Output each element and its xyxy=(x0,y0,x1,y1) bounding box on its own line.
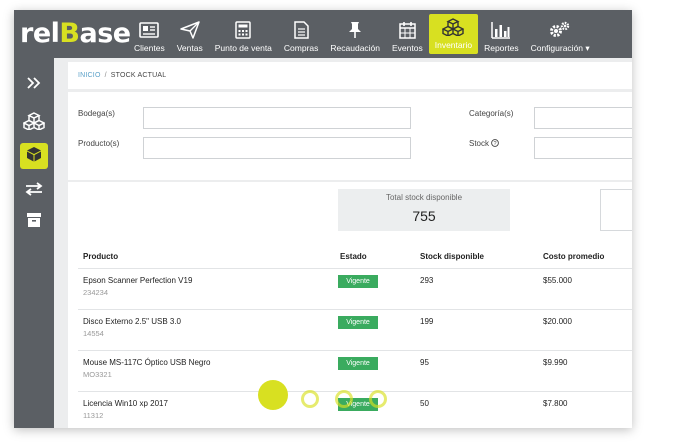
top-navbar: relBase Clientes Ventas Punto de venta C… xyxy=(14,10,632,58)
total-stock-card: Total stock disponible 755 xyxy=(338,189,510,231)
stock-value: 95 xyxy=(420,358,429,367)
main-content: INICIO / STOCK ACTUAL Bodega(s) Producto(s… xyxy=(68,62,632,428)
sidebar-item-transfers[interactable] xyxy=(20,178,48,204)
help-circle-icon[interactable]: ? xyxy=(491,139,500,148)
breadcrumb-home-link[interactable]: INICIO xyxy=(78,72,101,79)
stock-value: 50 xyxy=(420,399,429,408)
product-name: Disco Externo 2.5" USB 3.0 xyxy=(83,317,181,326)
column-header-estado[interactable]: Estado xyxy=(340,252,367,261)
status-badge: Vigente xyxy=(338,275,378,288)
id-card-icon xyxy=(139,19,160,41)
product-name: Mouse MS-117C Óptico USB Negro xyxy=(83,358,211,367)
bar-chart-icon xyxy=(491,19,511,41)
relbase-logo[interactable]: relBase xyxy=(20,18,131,50)
product-code: 11312 xyxy=(83,411,104,420)
stock-value: 199 xyxy=(420,317,434,326)
column-header-producto[interactable]: Producto xyxy=(83,252,118,261)
stock-filter-label: Stock ? xyxy=(469,139,500,148)
nav-item-label: Configuración xyxy=(530,43,584,53)
sidebar-expand-button[interactable] xyxy=(20,72,48,98)
archive-icon xyxy=(26,212,42,233)
nav-item-compras[interactable]: Compras xyxy=(278,10,324,58)
producto-label: Producto(s) xyxy=(78,139,120,148)
table-row[interactable]: Licencia Win10 xp 2017 11312 Vigente 50 … xyxy=(78,391,632,428)
bodega-label: Bodega(s) xyxy=(78,109,115,118)
product-name: Licencia Win10 xp 2017 xyxy=(83,399,168,408)
sidebar-item-stock-actual[interactable] xyxy=(20,143,48,169)
chevron-down-icon: ▾ xyxy=(585,43,590,53)
transfer-arrows-icon xyxy=(25,181,43,201)
loading-dot xyxy=(335,390,353,408)
nav-item-clientes[interactable]: Clientes xyxy=(128,10,171,58)
filters-panel: Bodega(s) Producto(s) Categoría(s) Stock… xyxy=(68,92,632,180)
box-icon xyxy=(26,146,42,167)
sidebar-item-archive[interactable] xyxy=(20,209,48,235)
breadcrumb-separator: / xyxy=(104,72,107,79)
nav-item-reportes[interactable]: Reportes xyxy=(478,10,525,58)
breadcrumb-current: STOCK ACTUAL xyxy=(110,72,167,79)
product-code: 14554 xyxy=(83,329,104,338)
nav-item-configuracion[interactable]: Configuración ▾ xyxy=(525,10,596,58)
calculator-icon xyxy=(235,19,252,41)
loading-dot xyxy=(369,390,387,408)
table-row[interactable]: Epson Scanner Perfection V19 234234 Vige… xyxy=(78,268,632,309)
boxes-stack-icon xyxy=(22,111,46,135)
nav-item-inventario[interactable]: Inventario xyxy=(428,14,479,54)
product-name: Epson Scanner Perfection V19 xyxy=(83,276,193,285)
loading-dot xyxy=(301,390,319,408)
status-badge: Vigente xyxy=(338,316,378,329)
nav-item-punto-de-venta[interactable]: Punto de venta xyxy=(209,10,278,58)
producto-select[interactable] xyxy=(143,137,411,159)
calendar-icon xyxy=(399,19,416,41)
product-code: MO3321 xyxy=(83,370,112,379)
sidebar-item-inventory-stack[interactable] xyxy=(20,110,48,136)
categoria-label: Categoría(s) xyxy=(469,109,514,118)
stock-value: 293 xyxy=(420,276,434,285)
nav-item-eventos[interactable]: Eventos xyxy=(386,10,429,58)
expand-icon xyxy=(26,76,42,95)
product-code: 234234 xyxy=(83,288,109,297)
column-header-stock[interactable]: Stock disponible xyxy=(420,252,484,261)
nav-item-ventas[interactable]: Ventas xyxy=(171,10,209,58)
table-row[interactable]: Mouse MS-117C Óptico USB Negro MO3321 Vi… xyxy=(78,350,632,391)
loading-dot xyxy=(258,380,288,410)
paper-plane-icon xyxy=(179,19,200,41)
breadcrumb: INICIO / STOCK ACTUAL xyxy=(68,62,632,89)
stock-label-text: Stock xyxy=(469,139,490,148)
status-badge: Vigente xyxy=(338,357,378,370)
categoria-select[interactable] xyxy=(534,107,632,129)
stock-panel: Total stock disponible 755 Producto Esta… xyxy=(68,182,632,428)
svg-text:?: ? xyxy=(494,141,497,147)
app-window: relBase Clientes Ventas Punto de venta C… xyxy=(14,10,632,428)
cost-value: $7.800 xyxy=(543,399,568,408)
secondary-summary-card xyxy=(600,189,632,231)
cost-value: $20.000 xyxy=(543,317,572,326)
main-nav: Clientes Ventas Punto de venta Compras R… xyxy=(128,10,596,58)
document-icon xyxy=(293,19,309,41)
cost-value: $9.990 xyxy=(543,358,568,367)
stock-filter-select[interactable] xyxy=(534,137,632,159)
total-stock-value: 755 xyxy=(412,208,436,224)
left-sidebar xyxy=(14,58,54,428)
column-header-costo[interactable]: Costo promedio xyxy=(543,252,604,261)
gears-icon xyxy=(549,19,571,41)
total-stock-label: Total stock disponible xyxy=(385,193,463,202)
pin-icon xyxy=(348,19,362,41)
nav-item-recaudacion[interactable]: Recaudación xyxy=(324,10,386,58)
bodega-select[interactable] xyxy=(143,107,411,129)
cost-value: $55.000 xyxy=(543,276,572,285)
table-row[interactable]: Disco Externo 2.5" USB 3.0 14554 Vigente… xyxy=(78,309,632,350)
boxes-icon xyxy=(442,16,465,38)
